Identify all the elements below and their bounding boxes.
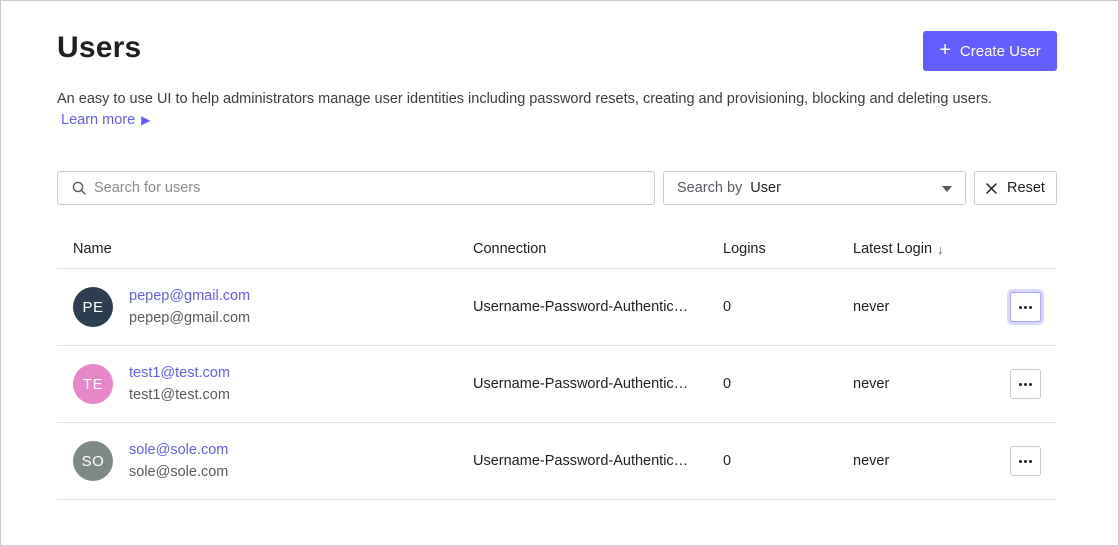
avatar: PE — [73, 287, 113, 327]
learn-more-label: Learn more — [61, 112, 136, 128]
column-header-connection: Connection — [473, 241, 546, 257]
user-email: test1@test.com — [129, 387, 230, 403]
user-email: pepep@gmail.com — [129, 310, 251, 326]
user-name-link[interactable]: pepep@gmail.com — [129, 288, 250, 304]
row-actions-button[interactable] — [1010, 446, 1041, 476]
learn-more-link[interactable]: Learn more ▶ — [61, 112, 150, 128]
search-icon — [72, 181, 86, 195]
row-actions-button[interactable] — [1010, 292, 1041, 322]
column-header-latest-login[interactable]: Latest Login ↓ — [853, 241, 944, 257]
column-header-name-label: Name — [73, 241, 112, 257]
column-header-logins-label: Logins — [723, 241, 766, 257]
table-row: SO sole@sole.com sole@sole.com Username-… — [57, 423, 1057, 500]
reset-label: Reset — [1007, 180, 1045, 196]
logins-cell: 0 — [723, 299, 732, 315]
connection-cell: Username-Password-Authentication — [473, 453, 693, 469]
table-row: TE test1@test.com test1@test.com Usernam… — [57, 346, 1057, 423]
avatar: SO — [73, 441, 113, 481]
row-actions-button[interactable] — [1010, 369, 1041, 399]
latest-login-cell: never — [853, 376, 890, 392]
user-email: sole@sole.com — [129, 464, 229, 480]
app-frame: Users + Create User An easy to use UI to… — [0, 0, 1119, 546]
user-name-link[interactable]: test1@test.com — [129, 365, 230, 381]
latest-login-cell: never — [853, 299, 890, 315]
search-by-value: User — [750, 180, 781, 196]
user-name-link[interactable]: sole@sole.com — [129, 442, 228, 458]
page-title: Users — [57, 31, 142, 64]
connection-cell: Username-Password-Authentication — [473, 376, 693, 392]
search-by-label: Search by — [677, 180, 743, 196]
search-by-select[interactable]: Search by User — [663, 171, 966, 205]
logins-cell: 0 — [723, 376, 732, 392]
more-horizontal-icon — [1019, 382, 1032, 386]
column-header-name: Name — [73, 241, 112, 257]
logins-cell: 0 — [723, 453, 732, 469]
table-row: PE pepep@gmail.com pepep@gmail.com Usern… — [57, 269, 1057, 346]
create-user-label: Create User — [959, 42, 1041, 60]
sort-descending-icon: ↓ — [937, 241, 944, 257]
more-horizontal-icon — [1019, 459, 1032, 463]
connection-cell: Username-Password-Authentication — [473, 299, 693, 315]
create-user-button[interactable]: + Create User — [923, 31, 1057, 71]
search-field[interactable] — [57, 171, 655, 205]
close-icon — [986, 182, 997, 194]
play-arrow-icon: ▶ — [141, 113, 151, 127]
search-input[interactable] — [94, 180, 634, 196]
page-description: An easy to use UI to help administrators… — [57, 91, 992, 107]
plus-icon: + — [939, 39, 951, 61]
more-horizontal-icon — [1019, 305, 1032, 309]
column-header-connection-label: Connection — [473, 241, 547, 257]
column-header-latest-login-label: Latest Login — [853, 241, 933, 257]
reset-button[interactable]: Reset — [974, 171, 1057, 205]
avatar: TE — [73, 364, 113, 404]
column-header-logins: Logins — [723, 241, 766, 257]
caret-down-icon — [942, 186, 952, 192]
latest-login-cell: never — [853, 453, 890, 469]
